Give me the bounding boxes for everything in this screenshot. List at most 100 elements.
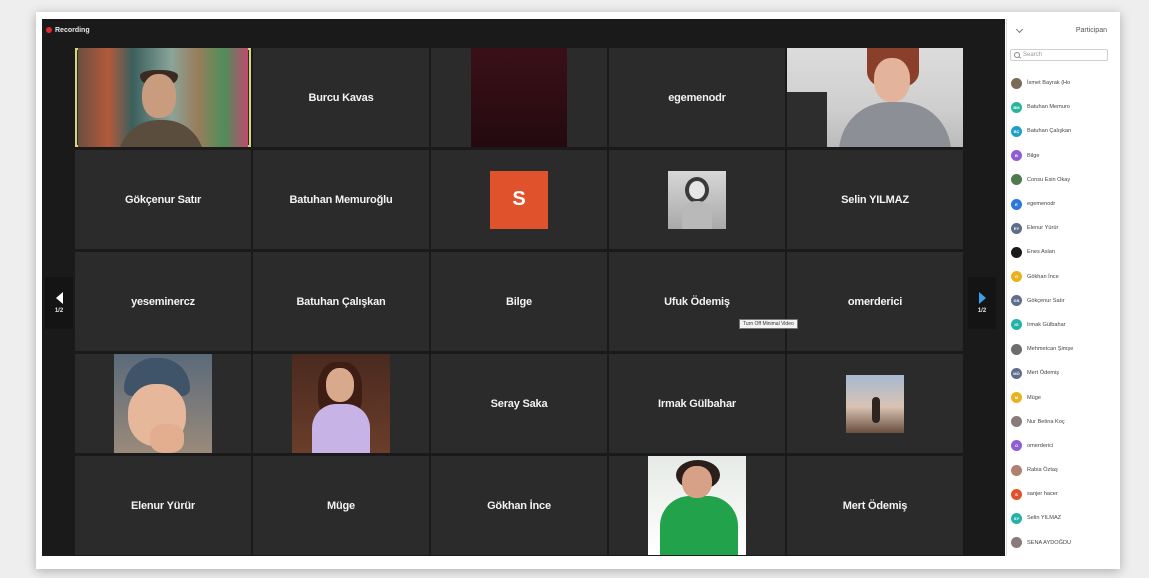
- video-tile[interactable]: Selin YILMAZ: [787, 150, 963, 249]
- video-tile[interactable]: Batuhan Çalışkan: [253, 252, 429, 351]
- participant-list-item[interactable]: EY Elenur Yürür: [1007, 216, 1111, 240]
- participant-list-item[interactable]: Mehmetcan Şimşe: [1007, 337, 1111, 361]
- video-tile[interactable]: Ufuk Ödemiş: [609, 252, 785, 351]
- participant-avatar: BÇ: [1011, 125, 1022, 137]
- participant-video: [787, 48, 963, 147]
- video-tile[interactable]: Seray Saka: [431, 354, 607, 453]
- video-tile[interactable]: [431, 48, 607, 147]
- participant-avatar: BM: [1011, 101, 1022, 113]
- participant-avatar: GS: [1011, 295, 1022, 307]
- participant-avatar: MÖ: [1011, 367, 1022, 379]
- participant-list-item[interactable]: IG Irmak Gülbahar: [1007, 313, 1111, 337]
- recording-label: Recording: [55, 26, 90, 34]
- profile-picture: [292, 354, 390, 453]
- next-page-button[interactable]: 1/2: [968, 277, 996, 329]
- participant-list-item[interactable]: MÖ Mert Ödemiş: [1007, 361, 1111, 385]
- participant-avatar: IG: [1011, 319, 1022, 331]
- participant-list-name: Irmak Gülbahar: [1027, 321, 1066, 328]
- profile-picture: [668, 170, 726, 229]
- participant-name: Batuhan Çalışkan: [296, 295, 386, 308]
- participant-list-item[interactable]: Enes Aslan: [1007, 240, 1111, 264]
- participant-name: Mert Ödemiş: [842, 499, 908, 512]
- participant-list-item[interactable]: SY Selin YILMAZ: [1007, 506, 1111, 530]
- participant-list-name: Mehmetcan Şimşe: [1027, 346, 1074, 353]
- participant-list-name: Batuhan Çalışkan: [1027, 128, 1072, 135]
- participant-name: Seray Saka: [490, 397, 548, 410]
- participant-avatar: B: [1011, 150, 1022, 162]
- participant-list-name: SENA AYDOĞDU: [1027, 539, 1072, 546]
- participant-name: Selin YILMAZ: [841, 193, 909, 206]
- video-tile[interactable]: Gökçenur Satır: [75, 150, 251, 249]
- participant-avatar: [1011, 246, 1022, 258]
- participant-avatar: [1011, 77, 1022, 89]
- video-tile[interactable]: Batuhan Memuroğlu: [253, 150, 429, 249]
- video-tile[interactable]: [609, 456, 785, 555]
- video-tile[interactable]: Burcu Kavas: [253, 48, 429, 147]
- participant-name: omerderici: [847, 295, 903, 308]
- participant-list-item[interactable]: SENA AYDOĞDU: [1007, 531, 1111, 555]
- participant-name: Irmak Gülbahar: [658, 397, 736, 410]
- video-tile[interactable]: S: [431, 150, 607, 249]
- video-tile[interactable]: omerderici: [787, 252, 963, 351]
- participant-list-item[interactable]: B Bilge: [1007, 144, 1111, 168]
- participant-list-name: Rabia Öztaş: [1027, 467, 1058, 474]
- participant-name: Bilge: [506, 295, 532, 308]
- participant-list-item[interactable]: Consu Esin Okay: [1007, 168, 1111, 192]
- video-tile[interactable]: egemenodr: [609, 48, 785, 147]
- page-indicator: 1/2: [977, 308, 987, 314]
- video-tile[interactable]: Irmak Gülbahar: [609, 354, 785, 453]
- participant-avatar: [1011, 464, 1022, 476]
- participant-list-item[interactable]: Eegemenodr: [1007, 192, 1111, 216]
- video-tile[interactable]: [609, 150, 785, 249]
- chevron-down-icon[interactable]: [1015, 25, 1024, 33]
- video-tile[interactable]: Bilge: [431, 252, 607, 351]
- participant-search-input[interactable]: Search: [1010, 49, 1108, 61]
- video-tile[interactable]: Mert Ödemiş: [787, 456, 963, 555]
- recording-indicator: Recording: [46, 24, 90, 36]
- video-tile[interactable]: [787, 48, 963, 147]
- participant-list-item[interactable]: Rabia Öztaş: [1007, 458, 1111, 482]
- participant-list-item[interactable]: Ssanjer hacer: [1007, 482, 1111, 506]
- participant-list-name: Bilge: [1027, 152, 1040, 159]
- profile-picture: [846, 374, 904, 433]
- video-tile[interactable]: [787, 354, 963, 453]
- participant-list-name: sanjer hacer: [1027, 491, 1058, 498]
- video-tile[interactable]: Gökhan İnce: [431, 456, 607, 555]
- arrow-right-icon: [978, 292, 986, 304]
- participant-name: yeseminercz: [131, 295, 195, 308]
- participant-list-item[interactable]: Oomerderici: [1007, 434, 1111, 458]
- participant-name: Müge: [327, 499, 355, 512]
- video-tile[interactable]: [75, 354, 251, 453]
- meeting-window: Recording Burcu Kavas egemenodr Gökçenur…: [42, 19, 1005, 556]
- participant-avatar: [1011, 343, 1022, 355]
- participant-list-name: omerderici: [1027, 442, 1054, 449]
- search-placeholder: Search: [1023, 52, 1043, 58]
- video-tile-speaker[interactable]: [75, 48, 251, 147]
- participant-name: Gökhan İnce: [487, 499, 551, 512]
- participant-list-name: egemenodr: [1027, 201, 1056, 208]
- record-dot-icon: [46, 27, 52, 33]
- participant-grid: Burcu Kavas egemenodr Gökçenur Satır Bat…: [75, 48, 965, 556]
- participant-name: egemenodr: [668, 91, 726, 104]
- profile-picture: [648, 456, 746, 555]
- participant-list-name: Consu Esin Okay: [1027, 176, 1071, 183]
- video-tile[interactable]: yeseminercz: [75, 252, 251, 351]
- participant-list-item[interactable]: İsmet Bayrak (Ho: [1007, 71, 1111, 95]
- participant-name: Burcu Kavas: [308, 91, 374, 104]
- participant-list-name: Gökçenur Satır: [1027, 297, 1065, 304]
- previous-page-button[interactable]: 1/2: [45, 277, 73, 329]
- participant-list-item[interactable]: BM Batuhan Memuro: [1007, 95, 1111, 119]
- participant-avatar: [1011, 174, 1022, 186]
- participant-list-item[interactable]: M Müge: [1007, 385, 1111, 409]
- participant-name: Gökçenur Satır: [124, 193, 202, 206]
- participant-list-item[interactable]: G Gökhan İnce: [1007, 265, 1111, 289]
- video-tile[interactable]: Müge: [253, 456, 429, 555]
- participant-list: İsmet Bayrak (Ho BM Batuhan Memuro BÇ Batuha…: [1007, 61, 1111, 555]
- video-tile[interactable]: Elenur Yürür: [75, 456, 251, 555]
- participant-list-item[interactable]: BÇ Batuhan Çalışkan: [1007, 119, 1111, 143]
- video-tile[interactable]: [253, 354, 429, 453]
- participant-avatar: [1011, 416, 1022, 428]
- participant-list-item[interactable]: GS Gökçenur Satır: [1007, 289, 1111, 313]
- page-indicator: 1/2: [54, 308, 64, 314]
- participant-list-item[interactable]: Nur Betina Koç: [1007, 410, 1111, 434]
